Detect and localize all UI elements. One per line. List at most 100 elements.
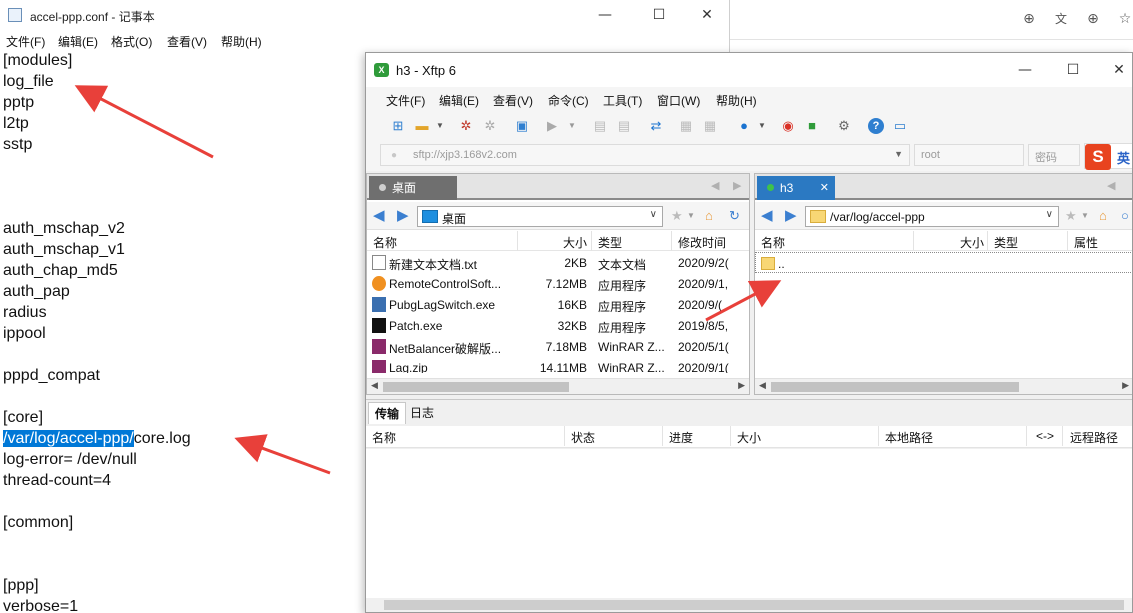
file-row[interactable]: NetBalancer破解版... 7.18MB WinRAR Z... 202… [367,336,749,357]
menu-command[interactable]: 命令(C) [548,92,589,109]
back-arrow-icon[interactable]: ◀ [761,206,773,224]
home-icon[interactable]: ⌂ [705,208,713,223]
sync-icon[interactable]: ⇄ [648,118,664,134]
local-path-combo[interactable]: 桌面 ∨ [417,206,663,227]
file-row[interactable]: 新建文本文档.txt 2KB 文本文档 2020/9/2( [367,252,749,273]
forward-arrow-icon[interactable]: ▶ [785,206,797,224]
column-direction[interactable]: <-> [1036,429,1054,443]
file-row[interactable]: Patch.exe 32KB 应用程序 2019/8/5, [367,315,749,336]
star-icon[interactable]: ☆ [1117,11,1133,27]
file-row[interactable]: Lag.zip 14.11MB WinRAR Z... 2020/9/1( [367,357,749,373]
menu-help[interactable]: 帮助(H) [716,92,757,109]
play-icon[interactable]: ▶ [544,118,560,134]
scroll-left-icon[interactable]: ◀ [759,380,766,391]
host-address-field[interactable]: ● sftp://xjp3.168v2.com ▼ [380,144,910,166]
column-remote-path[interactable]: 远程路径 [1070,429,1118,446]
tab-prev-icon[interactable]: ◀ [1107,179,1115,192]
column-divider[interactable] [1026,426,1027,446]
column-divider[interactable] [591,231,592,251]
column-divider[interactable] [730,426,731,446]
column-status[interactable]: 状态 [571,429,595,446]
maximize-button[interactable]: ☐ [636,0,682,31]
menu-format[interactable]: 格式(O) [111,33,152,50]
column-divider[interactable] [987,231,988,251]
tab-transfer[interactable]: 传输 [368,402,407,424]
column-divider[interactable] [913,231,914,251]
column-divider[interactable] [878,426,879,446]
home-icon[interactable]: ⌂ [1099,208,1107,223]
menu-tools[interactable]: 工具(T) [603,92,642,109]
tab-h3[interactable]: h3 ✕ [757,176,835,200]
chevron-down-icon[interactable]: ∨ [650,209,657,220]
chevron-down-icon[interactable]: ∨ [1046,209,1053,220]
ime-indicator[interactable]: S 英 [1084,143,1132,170]
scroll-left-icon[interactable]: ◀ [371,380,378,391]
username-field[interactable]: root [914,144,1024,166]
column-divider[interactable] [1067,231,1068,251]
paste-icon[interactable]: ▤ [616,118,632,134]
connect-icon[interactable]: ✲ [458,118,474,134]
chevron-down-icon[interactable]: ▼ [687,211,695,220]
translate-icon[interactable]: 文 [1053,11,1069,27]
refresh-icon[interactable]: ↻ [729,208,740,224]
chevron-down-icon[interactable]: ▼ [432,118,448,134]
chevron-down-icon[interactable]: ▼ [894,149,903,159]
tab-next-icon[interactable]: ▶ [733,179,741,192]
menu-help[interactable]: 帮助(H) [221,33,262,50]
column-name[interactable]: 名称 [761,234,785,251]
password-field[interactable]: 密码 [1028,144,1080,166]
column-progress[interactable]: 进度 [669,429,693,446]
menu-view[interactable]: 查看(V) [493,92,533,109]
minimize-button[interactable]: — [582,0,628,31]
file-row[interactable]: .. [755,252,1132,273]
column-attributes[interactable]: 属性 [1074,234,1098,251]
chevron-down-icon[interactable]: ▼ [754,118,770,134]
scroll-right-icon[interactable]: ▶ [738,380,745,391]
close-tab-icon[interactable]: ✕ [820,176,829,200]
menu-edit[interactable]: 编辑(E) [58,33,98,50]
scroll-thumb[interactable] [771,382,1019,392]
column-divider[interactable] [564,426,565,446]
column-modified[interactable]: 修改时间 [678,234,726,251]
column-divider[interactable] [662,426,663,446]
gear-icon[interactable]: ⚙ [836,118,852,134]
add-circle-icon[interactable]: ⊕ [1021,11,1037,27]
menu-edit[interactable]: 编辑(E) [439,92,479,109]
zoom-in-icon[interactable]: ⊕ [1085,11,1101,27]
print-setup-icon[interactable]: ▦ [702,118,718,134]
column-divider[interactable] [517,231,518,251]
column-name[interactable]: 名称 [372,429,396,446]
tab-prev-icon[interactable]: ◀ [711,179,719,192]
disconnect-icon[interactable]: ✲ [482,118,498,134]
tab-log[interactable]: 日志 [404,402,440,424]
maximize-button[interactable]: ☐ [1050,53,1096,87]
star-icon[interactable]: ★ [671,208,683,224]
column-divider[interactable] [1062,426,1063,446]
new-session-icon[interactable]: ⊞ [390,118,406,134]
transfer-horizontal-scrollbar[interactable] [366,598,1132,612]
forward-arrow-icon[interactable]: ▶ [397,206,409,224]
open-folder-icon[interactable]: ▬ [414,118,430,134]
close-button[interactable]: ✕ [684,0,730,31]
column-name[interactable]: 名称 [373,234,397,251]
scroll-thumb[interactable] [384,600,1124,610]
remote-horizontal-scrollbar[interactable]: ◀ ▶ [755,378,1132,394]
column-size[interactable]: 大小 [737,429,761,446]
minimize-button[interactable]: — [1002,53,1048,87]
scroll-thumb[interactable] [383,382,569,392]
help-icon[interactable]: ? [868,118,884,134]
refresh-icon[interactable]: ○ [1121,208,1129,223]
chat-icon[interactable]: ▭ [892,118,908,134]
local-horizontal-scrollbar[interactable]: ◀ ▶ [367,378,749,394]
column-size[interactable]: 大小 [563,234,587,251]
tab-desktop[interactable]: 桌面 [369,176,457,200]
chevron-down-icon[interactable]: ▼ [1081,211,1089,220]
column-divider[interactable] [671,231,672,251]
globe-icon[interactable]: ● [736,118,752,134]
column-size[interactable]: 大小 [960,234,984,251]
copy-icon[interactable]: ▤ [592,118,608,134]
file-row[interactable]: PubgLagSwitch.exe 16KB 应用程序 2020/9/( [367,294,749,315]
back-arrow-icon[interactable]: ◀ [373,206,385,224]
properties-icon[interactable]: ▣ [514,118,530,134]
xshell-icon[interactable]: ◉ [780,118,796,134]
